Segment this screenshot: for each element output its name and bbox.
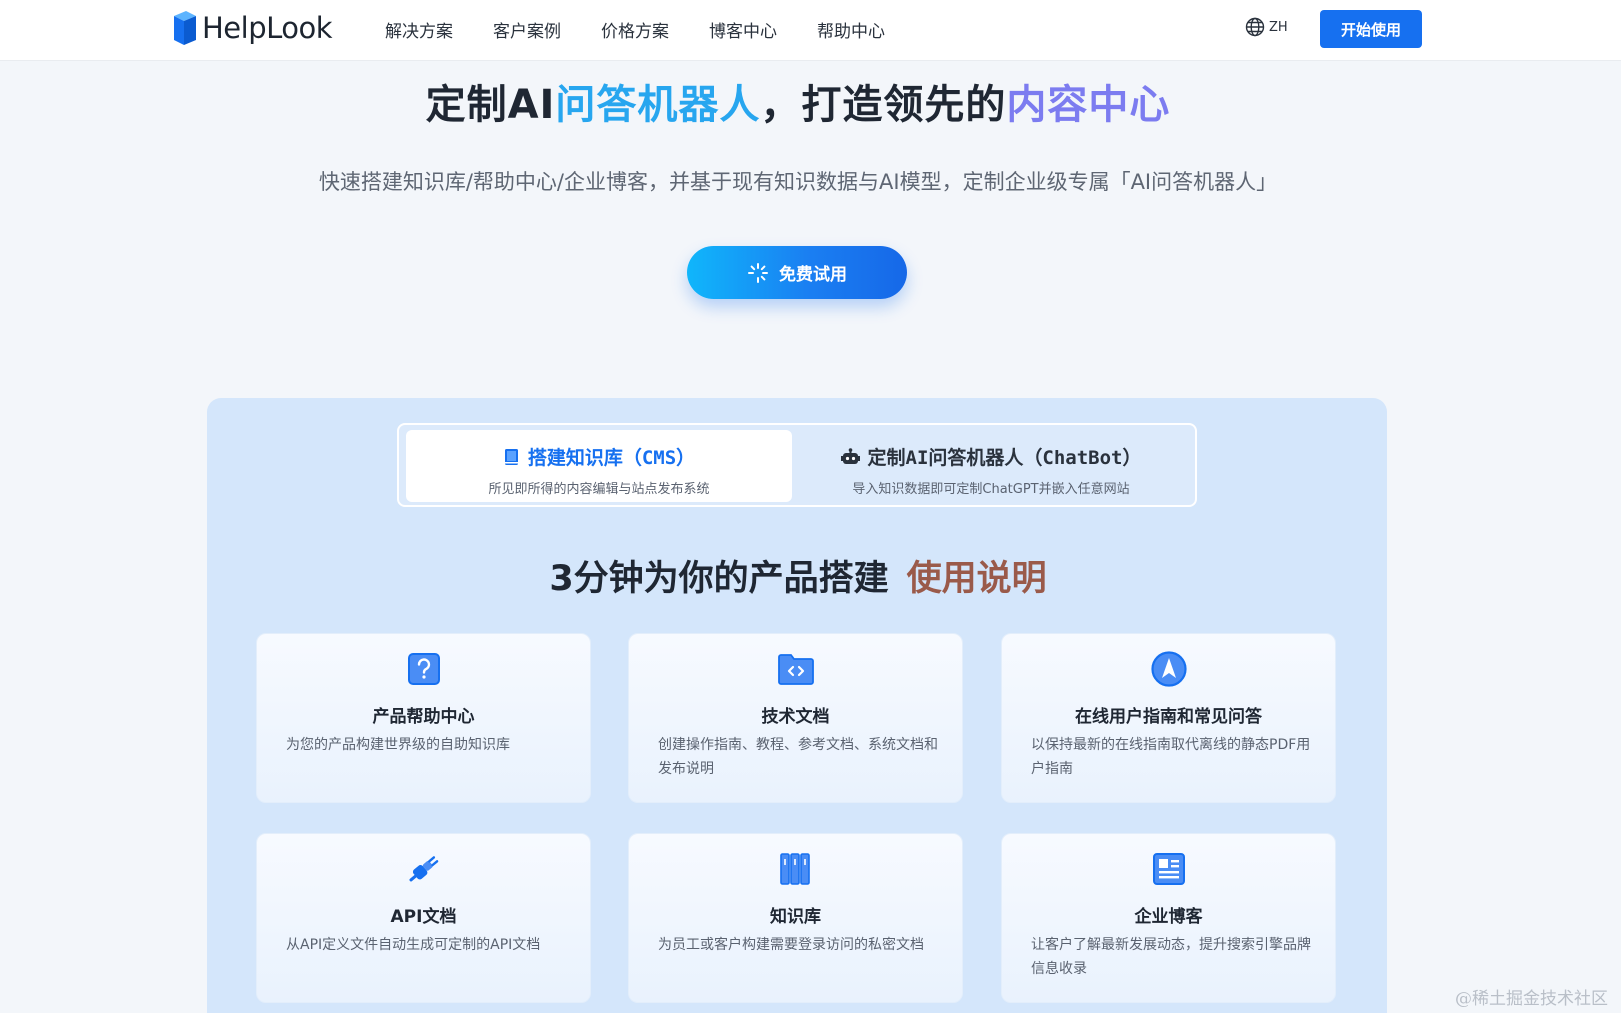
nav-item-blog[interactable]: 博客中心 — [709, 17, 777, 42]
tab-cms-desc: 所见即所得的内容编辑与站点发布系统 — [488, 482, 710, 497]
card-desc: 为员工或客户构建需要登录访问的私密文档 — [658, 937, 924, 953]
nav-item-solutions[interactable]: 解决方案 — [385, 17, 453, 42]
watermark: @稀土掘金技术社区 — [1455, 989, 1608, 1009]
card-desc: 从API定义文件自动生成可定制的API文档 — [286, 937, 541, 953]
card-api-docs[interactable]: API文档 从API定义文件自动生成可定制的API文档 — [256, 833, 591, 1003]
logo[interactable]: HelpLook — [172, 8, 333, 48]
card-user-guide-faq[interactable]: 在线用户指南和常见问答 以保持最新的在线指南取代离线的静态PDF用户指南 — [1001, 633, 1336, 803]
logo-text: HelpLook — [202, 11, 333, 45]
question-icon — [407, 653, 440, 685]
card-desc: 为您的产品构建世界级的自助知识库 — [286, 737, 510, 753]
section-title: 3分钟为你的产品搭建 使用说明 — [0, 550, 1596, 601]
section-title-accent: 使用说明 — [906, 559, 1047, 599]
card-desc: 以保持最新的在线指南取代离线的静态PDF用户指南 — [1031, 737, 1311, 777]
section-title-main: 3分钟为你的产品搭建 — [549, 559, 889, 599]
book-icon — [504, 448, 518, 465]
free-trial-button[interactable]: 免费试用 — [687, 246, 907, 299]
code-folder-icon — [777, 654, 814, 685]
plug-icon — [408, 856, 438, 882]
globe-icon — [1245, 17, 1265, 37]
product-tabs: 搭建知识库（CMS） 所见即所得的内容编辑与站点发布系统 定制AI问答机器人（C… — [397, 423, 1197, 507]
tab-chatbot[interactable]: 定制AI问答机器人（ChatBot） 导入知识数据即可定制ChatGPT并嵌入任… — [798, 430, 1184, 502]
language-label: ZH — [1269, 19, 1288, 35]
nav-item-help[interactable]: 帮助中心 — [817, 17, 885, 42]
card-desc: 创建操作指南、教程、参考文档、系统文档和发布说明 — [658, 737, 938, 777]
hero-title-part3: ，打造领先的 — [760, 82, 1007, 128]
tab-chatbot-title-row: 定制AI问答机器人（ChatBot） — [798, 443, 1184, 470]
language-switcher[interactable]: ZH — [1245, 17, 1288, 37]
sparkle-icon — [748, 262, 768, 283]
tab-cms[interactable]: 搭建知识库（CMS） 所见即所得的内容编辑与站点发布系统 — [406, 430, 792, 502]
nav-item-pricing[interactable]: 价格方案 — [601, 17, 669, 42]
tab-cms-title: 搭建知识库（CMS） — [527, 447, 696, 469]
card-title: 企业博客 — [1134, 907, 1203, 927]
card-title: 在线用户指南和常见问答 — [1075, 707, 1262, 727]
tab-cms-title-row: 搭建知识库（CMS） — [406, 443, 792, 470]
card-title: 产品帮助中心 — [372, 707, 475, 727]
card-title: API文档 — [390, 907, 457, 927]
start-button[interactable]: 开始使用 — [1320, 10, 1422, 48]
free-trial-label: 免费试用 — [779, 265, 847, 285]
tab-chatbot-desc: 导入知识数据即可定制ChatGPT并嵌入任意网站 — [852, 482, 1130, 497]
hero-subtitle: 快速搭建知识库/帮助中心/企业博客，并基于现有知识数据与AI模型，定制企业级专属… — [318, 170, 1278, 194]
tab-chatbot-title: 定制AI问答机器人（ChatBot） — [867, 447, 1142, 469]
card-tech-docs[interactable]: 技术文档 创建操作指南、教程、参考文档、系统文档和发布说明 — [628, 633, 963, 803]
logo-cube-icon — [174, 11, 196, 45]
hero-title-part1: 定制AI — [425, 82, 556, 128]
card-product-help-center[interactable]: 产品帮助中心 为您的产品构建世界级的自助知识库 — [256, 633, 591, 803]
card-title: 知识库 — [770, 907, 821, 927]
card-knowledge-base[interactable]: 知识库 为员工或客户构建需要登录访问的私密文档 — [628, 833, 963, 1003]
blog-layout-icon — [1152, 853, 1185, 885]
card-title: 技术文档 — [761, 707, 830, 727]
card-company-blog[interactable]: 企业博客 让客户了解最新发展动态，提升搜索引擎品牌信息收录 — [1001, 833, 1336, 1003]
nav-item-cases[interactable]: 客户案例 — [493, 17, 561, 42]
robot-icon — [840, 447, 860, 464]
card-desc: 让客户了解最新发展动态，提升搜索引擎品牌信息收录 — [1031, 937, 1311, 977]
hero-title-highlight2: 内容中心 — [1006, 82, 1171, 128]
hero-title: 定制AI问答机器人，打造领先的内容中心 — [0, 72, 1596, 130]
compass-icon — [1150, 651, 1187, 687]
library-icon — [779, 853, 810, 885]
main-nav: 解决方案 客户案例 价格方案 博客中心 帮助中心 — [385, 0, 925, 58]
hero-title-highlight1: 问答机器人 — [555, 82, 761, 128]
top-navbar: HelpLook 解决方案 客户案例 价格方案 博客中心 帮助中心 ZH 开始使… — [0, 0, 1621, 60]
